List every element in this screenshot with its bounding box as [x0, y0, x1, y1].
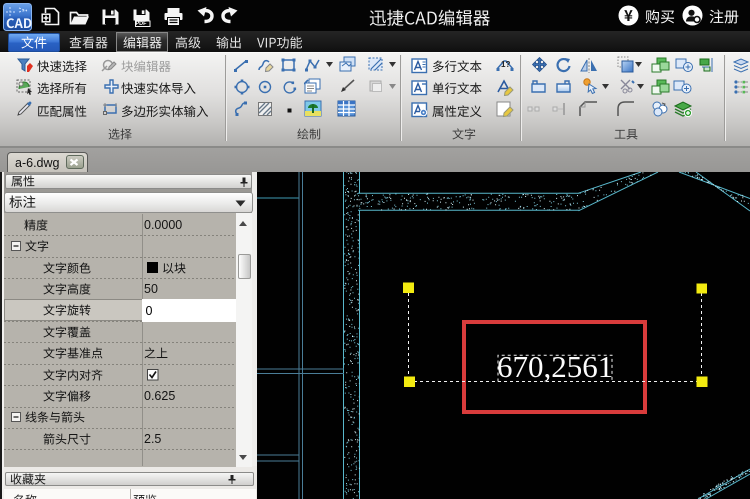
svg-text:670,2561: 670,2561: [497, 349, 613, 384]
svg-text:1?: 1?: [501, 60, 510, 69]
